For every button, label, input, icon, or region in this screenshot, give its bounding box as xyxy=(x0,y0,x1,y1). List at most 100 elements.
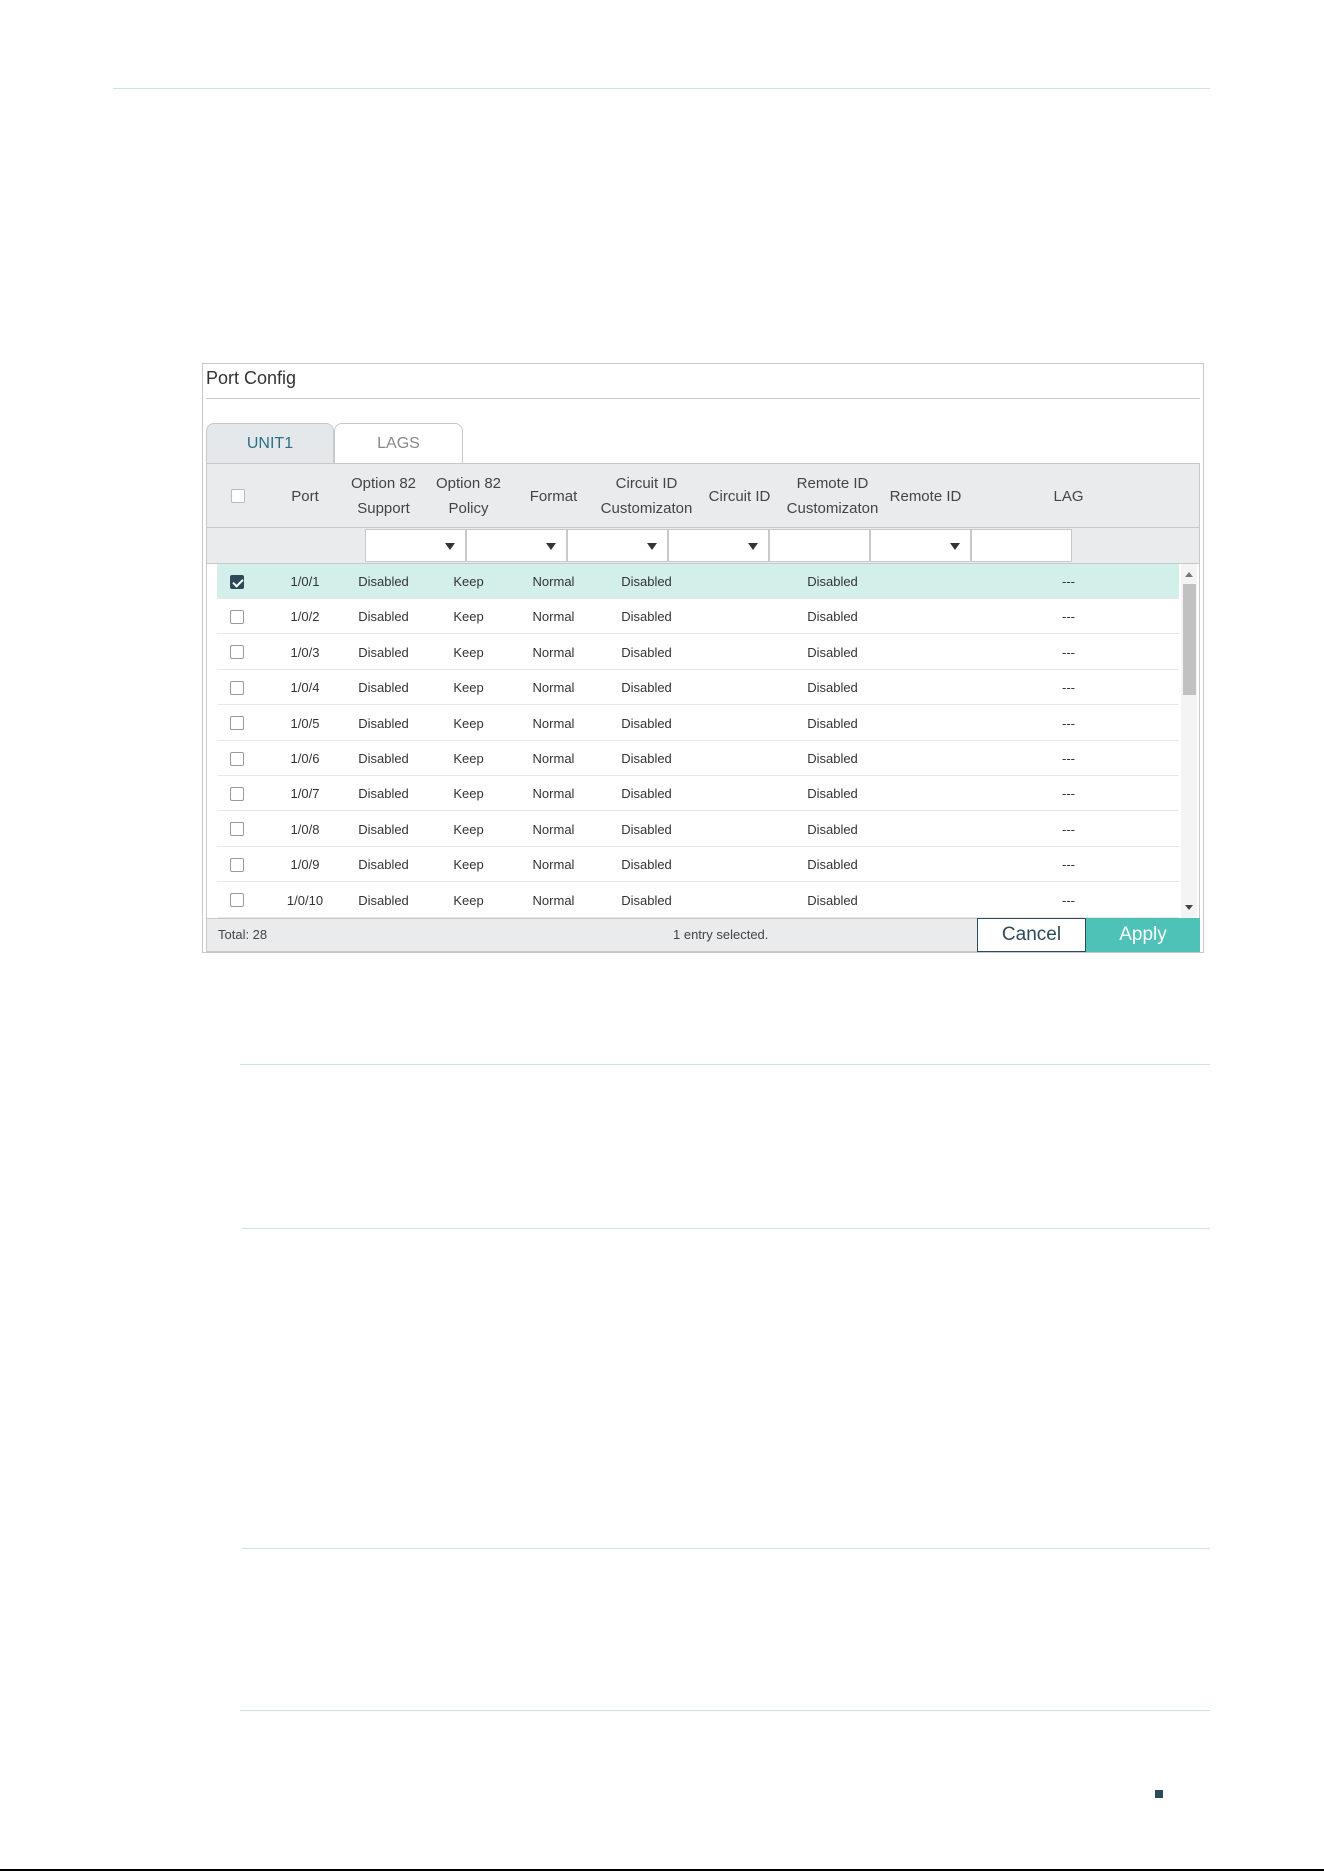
policy-filter-select[interactable] xyxy=(466,529,567,562)
cell-remote-id-customization: Disabled xyxy=(807,680,858,696)
table-row[interactable]: 1/0/3 Disabled Keep Normal Disabled Disabled -… xyxy=(217,635,1179,670)
cell-lag: --- xyxy=(1062,857,1075,873)
header-lag[interactable]: LAG xyxy=(968,464,1169,528)
filter-row xyxy=(206,528,1200,564)
select-all-checkbox[interactable] xyxy=(231,489,245,503)
header-remote-id[interactable]: Remote ID xyxy=(883,464,968,528)
tab-lags[interactable]: LAGS xyxy=(334,423,463,463)
cell-option82-policy: Keep xyxy=(453,786,484,802)
cell-option82-policy: Keep xyxy=(453,644,484,660)
cell-format: Normal xyxy=(532,751,575,766)
row-checkbox-cell xyxy=(217,776,257,811)
header-circuit-id-customization[interactable]: Circuit ID Customizaton xyxy=(596,464,697,528)
table-row[interactable]: 1/0/5 Disabled Keep Normal Disabled Disabled -… xyxy=(217,706,1179,741)
chevron-down-icon xyxy=(546,543,556,550)
cell-remote-id-customization: Disabled xyxy=(807,892,858,908)
cell-option82-support: Disabled xyxy=(358,892,409,908)
cell-circuit-id-customization: Disabled xyxy=(621,574,672,589)
header-option82-support[interactable]: Option 82 Support xyxy=(341,464,426,528)
scroll-down-icon[interactable] xyxy=(1185,905,1193,910)
circuit-custom-filter-select[interactable] xyxy=(668,529,769,562)
cell-remote-id-customization: Disabled xyxy=(807,821,858,837)
support-filter-select[interactable] xyxy=(365,529,466,562)
cell-option82-policy: Keep xyxy=(453,892,484,908)
table-row[interactable]: 1/0/6 Disabled Keep Normal Disabled Disabled -… xyxy=(217,741,1179,776)
row-checkbox[interactable] xyxy=(230,609,244,624)
apply-button[interactable]: Apply xyxy=(1086,918,1200,952)
cell-remote-id-customization: Disabled xyxy=(807,609,858,625)
remote-id-filter-input[interactable] xyxy=(971,529,1072,562)
cell-remote-id xyxy=(883,706,968,741)
cell-remote-id xyxy=(883,564,968,599)
cell-option82-support: Disabled xyxy=(358,574,409,589)
cell-port: 1/0/3 xyxy=(290,644,320,660)
cell-option82-support: Disabled xyxy=(358,786,409,802)
row-checkbox[interactable] xyxy=(230,822,244,837)
chevron-down-icon xyxy=(950,543,960,550)
cell-port: 1/0/7 xyxy=(290,786,320,802)
cell-format: Normal xyxy=(532,821,575,837)
cell-option82-support: Disabled xyxy=(358,751,409,766)
cell-format: Normal xyxy=(532,715,575,731)
table-row[interactable]: 1/0/2 Disabled Keep Normal Disabled Disabled -… xyxy=(217,599,1179,635)
cell-circuit-id-customization: Disabled xyxy=(621,786,672,802)
cell-option82-policy: Keep xyxy=(453,680,484,696)
table-row[interactable]: 1/0/10 Disabled Keep Normal Disabled Disabled… xyxy=(217,883,1179,918)
cell-circuit-id xyxy=(697,883,782,918)
cell-format: Normal xyxy=(532,644,575,660)
cell-lag: --- xyxy=(1062,786,1075,802)
table-body: 1/0/10 Disabled Keep Normal Disabled Disabled… xyxy=(206,564,1200,918)
scroll-up-icon[interactable] xyxy=(1185,572,1193,577)
selection-status: 1 entry selected. xyxy=(673,927,769,942)
row-checkbox-cell xyxy=(217,812,257,847)
cell-circuit-id xyxy=(697,564,782,599)
row-checkbox-cell xyxy=(217,670,257,705)
row-checkbox[interactable] xyxy=(230,716,244,731)
table-row[interactable]: 1/0/7 Disabled Keep Normal Disabled Disabled -… xyxy=(217,776,1179,812)
cell-option82-policy: Keep xyxy=(453,751,484,766)
scrollbar-thumb[interactable] xyxy=(1183,584,1196,695)
table-row[interactable]: 1/0/8 Disabled Keep Normal Disabled Disabled -… xyxy=(217,812,1179,847)
table-row[interactable]: 1/0/9 Disabled Keep Normal Disabled Disabled -… xyxy=(217,847,1179,883)
cell-option82-policy: Keep xyxy=(453,609,484,625)
header-format[interactable]: Format xyxy=(511,464,596,528)
header-circuit-id[interactable]: Circuit ID xyxy=(697,464,782,528)
section-divider xyxy=(242,1228,1210,1229)
row-checkbox[interactable] xyxy=(230,680,244,695)
chevron-down-icon xyxy=(647,543,657,550)
row-checkbox-checked[interactable] xyxy=(230,574,244,589)
tab-unit1[interactable]: UNIT1 xyxy=(206,423,334,463)
cell-remote-id xyxy=(883,776,968,811)
row-checkbox[interactable] xyxy=(230,751,244,766)
format-filter-select[interactable] xyxy=(567,529,668,562)
header-port[interactable]: Port xyxy=(269,464,341,528)
vertical-scrollbar[interactable] xyxy=(1181,564,1197,918)
cell-circuit-id xyxy=(697,776,782,811)
header-option82-policy[interactable]: Option 82 Policy xyxy=(426,464,511,528)
row-checkbox-cell xyxy=(217,706,257,741)
circuit-id-filter-input[interactable] xyxy=(769,529,870,562)
row-checkbox[interactable] xyxy=(230,893,244,908)
table-row[interactable]: 1/0/4 Disabled Keep Normal Disabled Disabled -… xyxy=(217,670,1179,706)
row-checkbox[interactable] xyxy=(230,786,244,801)
header-remote-id-customization[interactable]: Remote ID Customizaton xyxy=(782,464,883,528)
cell-option82-policy: Keep xyxy=(453,857,484,873)
cell-option82-policy: Keep xyxy=(453,574,484,589)
remote-custom-filter-select[interactable] xyxy=(870,529,971,562)
chevron-down-icon xyxy=(445,543,455,550)
cell-option82-support: Disabled xyxy=(358,821,409,837)
cell-option82-support: Disabled xyxy=(358,644,409,660)
table-row[interactable]: 1/0/1 Disabled Keep Normal Disabled Disabled -… xyxy=(217,564,1179,599)
cell-remote-id xyxy=(883,635,968,670)
chevron-down-icon xyxy=(748,543,758,550)
cancel-button[interactable]: Cancel xyxy=(977,918,1086,952)
cell-port: 1/0/5 xyxy=(290,715,320,731)
row-checkbox[interactable] xyxy=(230,645,244,660)
row-checkbox[interactable] xyxy=(230,857,244,872)
cell-circuit-id-customization: Disabled xyxy=(621,644,672,660)
cell-option82-policy: Keep xyxy=(453,715,484,731)
cell-remote-id-customization: Disabled xyxy=(807,644,858,660)
cell-circuit-id xyxy=(697,812,782,847)
cell-lag: --- xyxy=(1062,715,1075,731)
cell-lag: --- xyxy=(1062,574,1075,589)
